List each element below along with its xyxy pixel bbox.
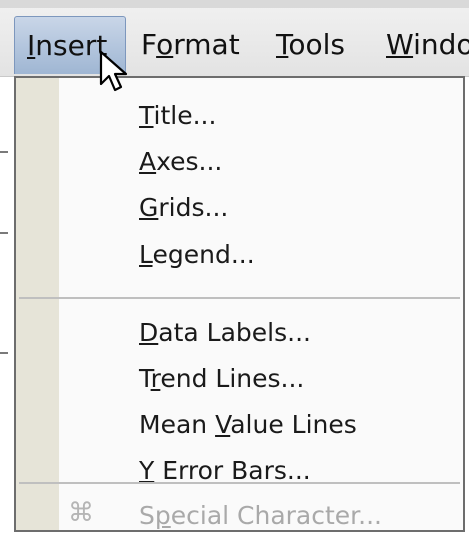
menu-separator	[19, 297, 460, 299]
menu-tools-label-post: ools	[288, 28, 345, 61]
menu-item-mean-value-lines-post: alue Lines	[230, 410, 357, 439]
menu-item-trend-lines[interactable]: Trend Lines...	[139, 359, 304, 399]
menu-window-label-post: indo	[413, 28, 469, 61]
menu-format-label-pre: F	[141, 28, 157, 61]
menu-format-accelerator: o	[156, 28, 174, 61]
menu-item-grids[interactable]: Grids...	[139, 188, 228, 228]
menu-item-y-error-bars-post: Error Bars...	[154, 456, 311, 485]
menu-item-legend[interactable]: Legend...	[139, 235, 255, 275]
menu-item-mean-value-lines-pre: Mean	[139, 410, 216, 439]
menu-insert-label-post: nsert	[35, 29, 108, 62]
menu-item-legend-post: egend...	[152, 240, 255, 269]
menu-item-mean-value-lines[interactable]: Mean Value Lines	[139, 405, 357, 445]
menu-window[interactable]: Windo	[386, 16, 469, 74]
menu-item-title[interactable]: Title...	[139, 96, 216, 136]
menu-item-y-error-bars-accelerator: Y	[139, 456, 155, 485]
menu-item-y-error-bars[interactable]: Y Error Bars...	[139, 451, 311, 491]
menu-tools-accelerator: T	[276, 28, 289, 61]
menu-item-trend-lines-pre: T	[139, 364, 151, 393]
menu-item-special-character[interactable]: Special Character...	[139, 496, 382, 536]
menu-item-data-labels-accelerator: D	[139, 318, 159, 347]
menu-item-trend-lines-post: end Lines...	[160, 364, 305, 393]
menu-item-axes-accelerator: A	[139, 147, 157, 176]
menu-window-accelerator: W	[386, 28, 414, 61]
menu-tools[interactable]: Tools	[276, 16, 345, 74]
menu-format-label-post: rmat	[173, 28, 240, 61]
menu-item-mean-value-lines-accelerator: V	[215, 410, 231, 439]
menu-format[interactable]: Format	[141, 16, 240, 74]
command-key-icon: ⌘	[68, 498, 94, 528]
menu-item-axes[interactable]: Axes...	[139, 142, 222, 182]
background-tick	[0, 352, 8, 354]
menu-item-grids-accelerator: G	[139, 193, 159, 222]
menu-item-axes-post: xes...	[156, 147, 223, 176]
menu-item-trend-lines-accelerator: r	[150, 364, 161, 393]
menu-item-special-character-post: ecial Character...	[170, 501, 383, 530]
menu-item-title-accelerator: T	[139, 101, 154, 130]
menu-separator	[19, 482, 460, 484]
menu-item-data-labels-post: ata Labels...	[158, 318, 311, 347]
menu-icon-gutter	[16, 78, 59, 530]
mouse-pointer-icon	[99, 50, 128, 92]
menu-item-special-character-accelerator: p	[154, 501, 171, 530]
menu-item-title-post: itle...	[153, 101, 217, 130]
insert-dropdown-menu: Title... Axes... Grids... Legend... Data…	[14, 76, 465, 532]
menu-item-data-labels[interactable]: Data Labels...	[139, 313, 311, 353]
background-tick	[0, 151, 8, 153]
menu-bar: Insert Format Tools Windo	[0, 0, 469, 77]
menu-item-special-character-pre: S	[139, 501, 155, 530]
menu-item-legend-accelerator: L	[139, 240, 153, 269]
menu-item-grids-post: rids...	[158, 193, 229, 222]
background-tick	[0, 232, 8, 234]
